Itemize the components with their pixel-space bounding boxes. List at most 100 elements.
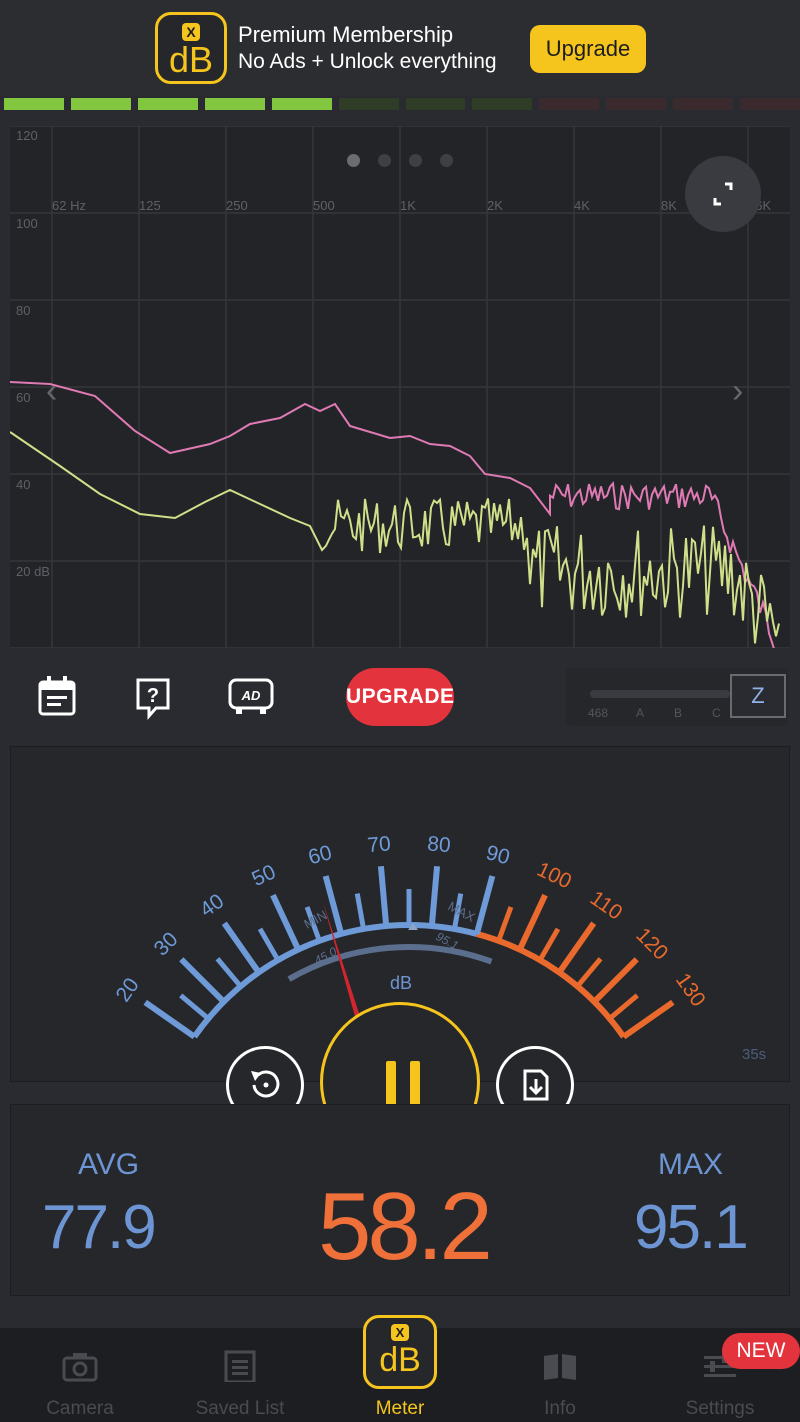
scale-tick (354, 893, 366, 930)
level-segment (606, 98, 667, 110)
page-indicator[interactable] (347, 154, 453, 167)
level-segment (271, 98, 332, 110)
scale-label: 70 (366, 832, 391, 857)
logo-badge: X (391, 1324, 409, 1341)
y-tick: 60 (16, 390, 31, 405)
db-logo-icon[interactable]: X dB (363, 1315, 437, 1389)
level-segment (338, 98, 399, 110)
scale-label: 40 (196, 890, 228, 922)
level-segment (137, 98, 198, 110)
chevron-right-icon[interactable]: › (732, 372, 743, 411)
chevron-left-icon[interactable]: ‹ (46, 372, 57, 411)
avg-label: AVG (78, 1148, 140, 1181)
x-tick: 1K (400, 198, 416, 213)
x-tick: 125 (139, 198, 161, 213)
scale-label: 90 (484, 841, 513, 869)
scale-tick (575, 957, 603, 988)
tab-label: Camera (46, 1398, 114, 1419)
scale-tick (556, 921, 597, 975)
max-label: MAX (446, 898, 478, 925)
x-tick: 8K (661, 198, 677, 213)
scale-tick (179, 957, 226, 1004)
logo-text: dB (379, 1341, 421, 1379)
tab-label: Info (544, 1398, 576, 1419)
upgrade-button[interactable]: UPGRADE (346, 668, 454, 726)
scale-tick (496, 906, 514, 942)
level-segment (539, 98, 600, 110)
banner-subtitle: No Ads + Unlock everything (238, 50, 497, 73)
scale-label: 120 (631, 924, 672, 965)
tab-info[interactable]: Info (480, 1328, 640, 1422)
app-logo: X dB (155, 12, 227, 84)
banner-upgrade-button[interactable]: Upgrade (530, 25, 646, 73)
premium-banner[interactable]: X dB Premium Membership No Ads + Unlock … (0, 0, 800, 96)
x-tick: 250 (226, 198, 248, 213)
new-badge: NEW (722, 1333, 800, 1369)
scale-label: 110 (586, 887, 627, 925)
scale-tick (221, 921, 262, 975)
level-segment (673, 98, 734, 110)
expand-icon (713, 182, 733, 206)
scale-tick (322, 875, 345, 935)
y-tick: 100 (16, 216, 38, 231)
help-icon: ? (136, 678, 170, 720)
y-tick: 120 (16, 128, 38, 143)
level-segment (4, 98, 64, 110)
scale-label: 80 (426, 832, 451, 857)
current-spectrum-line (10, 431, 780, 644)
page-dot[interactable] (409, 154, 422, 167)
scale-tick (428, 865, 441, 927)
scale-label: 30 (150, 928, 183, 961)
fullscreen-button[interactable] (685, 156, 761, 232)
avg-value: 77.9 (42, 1193, 157, 1262)
scale-label: 100 (533, 858, 574, 894)
page-dot[interactable] (378, 154, 391, 167)
level-segment (472, 98, 533, 110)
tab-label: Meter (375, 1398, 425, 1419)
scale-tick (473, 875, 496, 935)
help-button[interactable]: ? (134, 676, 174, 725)
pause-icon (386, 1061, 420, 1107)
scale-arc-orange (476, 931, 627, 1039)
history-button[interactable] (38, 676, 78, 721)
scale-tick (517, 893, 548, 951)
scale-label: 60 (306, 841, 335, 869)
scale-tick (377, 865, 390, 927)
scale-tick (608, 993, 639, 1021)
scale-tick (592, 957, 639, 1004)
ad-button[interactable]: AD (228, 676, 276, 721)
svg-text:?: ? (147, 685, 159, 707)
y-tick: 20 dB (16, 564, 50, 579)
spectrum-chart[interactable]: 120 100 80 60 40 20 dB 62 Hz 125 250 500… (10, 126, 790, 648)
level-segment (70, 98, 131, 110)
level-segment (204, 98, 265, 110)
scale-tick (143, 999, 197, 1040)
max-value: 95.1 (634, 1193, 749, 1262)
ad-icon: AD (228, 678, 274, 714)
unit-label: dB (390, 973, 412, 993)
x-tick: 62 Hz (52, 198, 86, 213)
page-dot[interactable] (347, 154, 360, 167)
weighting-slider-track[interactable] (590, 690, 730, 698)
tab-saved-list[interactable]: Saved List (160, 1328, 320, 1422)
page-dot[interactable] (440, 154, 453, 167)
scale-label: 20 (112, 974, 144, 1006)
level-segment (405, 98, 466, 110)
y-tick: 80 (16, 303, 31, 318)
weighting-selected[interactable]: Z (730, 674, 786, 718)
list-icon (224, 1350, 256, 1382)
level-meter (0, 98, 800, 112)
tab-camera[interactable]: Camera (0, 1328, 160, 1422)
weighting-label: C (712, 706, 721, 720)
scale-tick (257, 927, 281, 962)
scale-tick (215, 957, 243, 988)
logo-text: dB (168, 39, 214, 80)
weighting-label: A (636, 706, 645, 720)
scale-tick (537, 927, 561, 962)
frequency-weighting[interactable]: 468 A B C Z (566, 668, 788, 726)
tab-label: Settings (685, 1398, 755, 1419)
scale-label: 50 (248, 860, 279, 891)
weighting-label: B (674, 706, 683, 720)
x-tick: 2K (487, 198, 503, 213)
elapsed-time: 35s (742, 1046, 767, 1063)
